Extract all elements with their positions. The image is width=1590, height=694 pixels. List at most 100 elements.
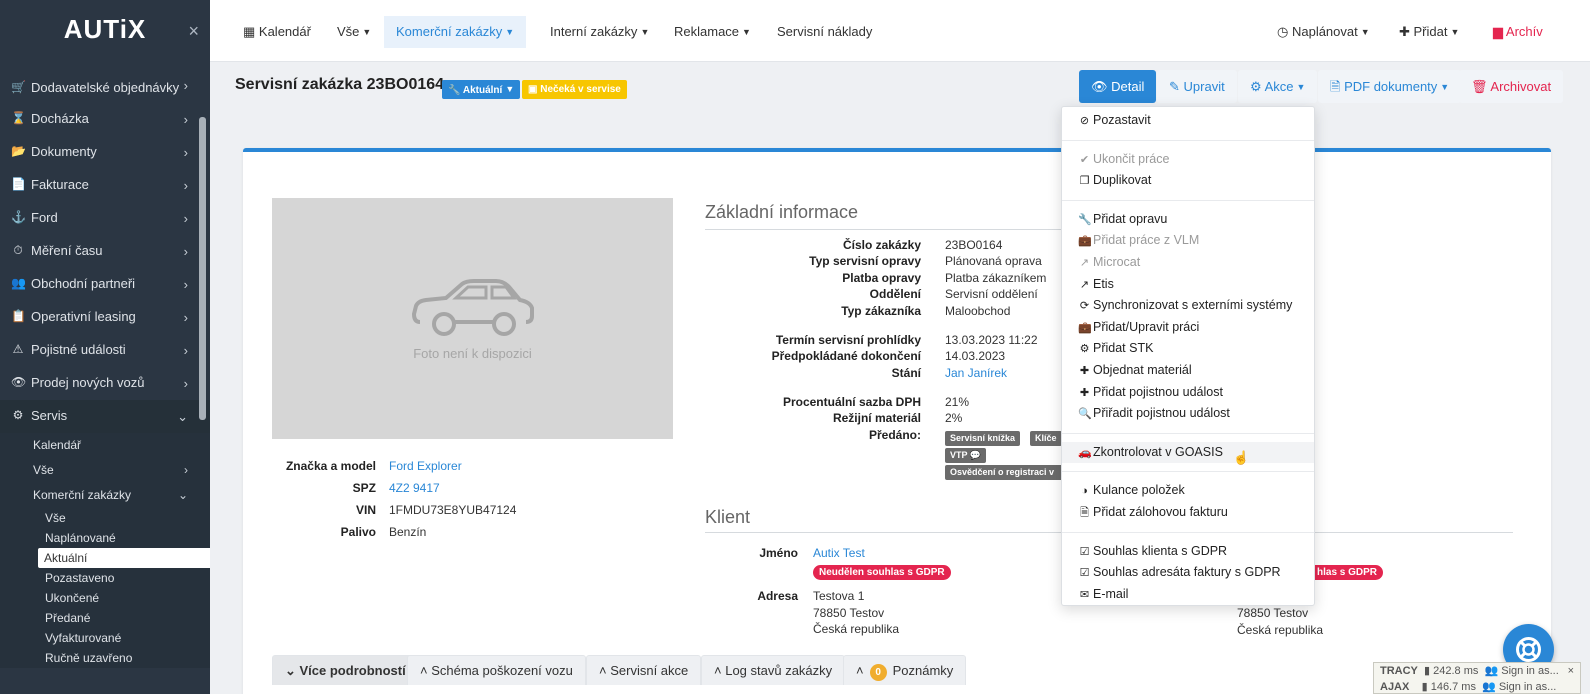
- file-pdf-icon: 🗎: [1330, 79, 1345, 94]
- menu-item[interactable]: ❐ Duplikovat: [1062, 170, 1314, 191]
- sidebar-item[interactable]: ⏱ Měření času ›: [0, 235, 210, 268]
- menu-item-icon: ✉: [1079, 588, 1090, 601]
- sidebar-item[interactable]: ⚠ Pojistné události ›: [0, 334, 210, 367]
- menu-item-icon: 💼: [1078, 235, 1092, 248]
- menu-item[interactable]: ☑ Souhlas klienta s GDPR: [1062, 541, 1314, 562]
- edit-button[interactable]: ✎ Upravit: [1157, 70, 1237, 103]
- app-logo[interactable]: AUTiX ×: [0, 0, 210, 58]
- basic-info-title: Základní informace: [705, 202, 859, 222]
- calendar-icon: ▦: [243, 24, 259, 39]
- nav-plan[interactable]: ◷ Naplánovat ▼: [1265, 16, 1382, 48]
- menu-item[interactable]: ↗ Etis: [1062, 274, 1314, 295]
- logo-text: AUTiX: [63, 13, 147, 44]
- sidebar-item[interactable]: 🛒 Dodavatelské objednávky ›: [0, 69, 210, 103]
- sidebar-item[interactable]: ⚙ Servis ⌄: [0, 400, 210, 433]
- gear-icon: ⚙: [1250, 79, 1265, 94]
- photo-caption: Foto není k dispozici: [413, 346, 532, 361]
- client-name-link[interactable]: Autix Test: [813, 545, 865, 562]
- servis-submenu-item[interactable]: Vše ›: [0, 458, 210, 483]
- sidebar-item[interactable]: ⚓ Ford ›: [0, 202, 210, 235]
- handed-tag: Klíče: [1030, 431, 1062, 446]
- sidebar-item[interactable]: 📋 Operativní leasing ›: [0, 301, 210, 334]
- menu-item[interactable]: ⊘ Pozastavit: [1062, 110, 1314, 131]
- tracy-row[interactable]: TRACY ▮ 242.8 ms 👥 Sign in as...: [1380, 663, 1559, 679]
- menu-item[interactable]: ◑ Kulance položek: [1062, 480, 1314, 501]
- commercial-submenu-item[interactable]: Ukončené: [0, 588, 210, 608]
- nav-commercial-orders[interactable]: Komerční zakázky ▼: [384, 16, 527, 48]
- handed-tag: Servisní knížka: [945, 431, 1021, 446]
- sidebar-item-icon: 📄: [11, 177, 26, 191]
- chevron-right-icon: ›: [184, 463, 188, 477]
- commercial-submenu-item[interactable]: Předané: [0, 608, 210, 628]
- menu-item-label: Zkontrolovat v GOASIS: [1093, 444, 1223, 459]
- tab-more-details[interactable]: ⌄ Více podrobností: [272, 655, 419, 685]
- menu-item[interactable]: 🔧Přidat opravu: [1062, 209, 1314, 230]
- tab-notes[interactable]: ˄ 0 Poznámky: [843, 655, 967, 685]
- tab-service-actions[interactable]: ˄ Servisní akce: [586, 655, 702, 685]
- commercial-submenu-item[interactable]: Vše: [0, 508, 210, 528]
- close-sidebar-icon[interactable]: ×: [188, 21, 200, 42]
- commercial-submenu-item[interactable]: Pozastaveno: [0, 568, 210, 588]
- servis-submenu-item[interactable]: Kalendář: [0, 433, 210, 458]
- notes-count-badge: 0: [869, 664, 887, 681]
- menu-item[interactable]: ⚙ Přidat STK: [1062, 338, 1314, 359]
- caret-down-icon: ▼: [742, 27, 751, 37]
- menu-item[interactable]: ☑ Souhlas adresáta faktury s GDPR: [1062, 562, 1314, 583]
- vehicle-value-link[interactable]: 4Z2 9417: [389, 477, 440, 499]
- ajax-row[interactable]: AJAX ▮ 146.7 ms 👥 Sign in as...: [1380, 679, 1556, 694]
- commercial-submenu-item[interactable]: Aktuální: [38, 548, 210, 568]
- sidebar-item[interactable]: 📄 Fakturace ›: [0, 169, 210, 202]
- detail-button[interactable]: 👁 Detail: [1079, 70, 1157, 103]
- nav-all[interactable]: Vše ▼: [325, 16, 383, 48]
- status-badge[interactable]: 🔧 Aktuální ▼: [442, 80, 521, 99]
- vehicle-row: VIN: [272, 499, 376, 521]
- info-row: Procentuální sazba DPH: [705, 394, 921, 411]
- sidebar-item[interactable]: 📂 Dokumenty ›: [0, 136, 210, 169]
- nav-service-costs[interactable]: Servisní náklady: [765, 16, 884, 48]
- nav-calendar[interactable]: ▦ Kalendář: [231, 16, 323, 48]
- menu-item[interactable]: 🗎 Přidat zálohovou fakturu: [1062, 502, 1314, 523]
- menu-divider: [1062, 531, 1314, 533]
- archive-button[interactable]: 🗑 Archivovat: [1459, 70, 1564, 103]
- chevron-right-icon: ›: [183, 178, 188, 193]
- menu-item-icon: ☑: [1079, 567, 1090, 580]
- menu-divider: [1062, 199, 1314, 201]
- sidebar-item[interactable]: 👥 Obchodní partneři ›: [0, 268, 210, 301]
- info-value-link[interactable]: Jan Janírek: [945, 365, 1007, 382]
- sidebar-item[interactable]: 👁 Prodej nových vozů ›: [0, 367, 210, 400]
- menu-item[interactable]: 🔍Přiřadit pojistnou událost: [1062, 403, 1314, 424]
- commercial-submenu-item[interactable]: Ručně uzavřeno: [0, 648, 210, 668]
- commercial-submenu-item[interactable]: Naplánované: [0, 528, 210, 548]
- nav-internal-orders[interactable]: Interní zakázky ▼: [538, 16, 661, 48]
- tab-damage-scheme[interactable]: ˄ Schéma poškození vozu: [407, 655, 586, 685]
- nav-archive[interactable]: ▆ Archív: [1481, 16, 1555, 48]
- close-icon[interactable]: ×: [1568, 663, 1574, 679]
- commercial-submenu-item[interactable]: Vyfakturované: [0, 628, 210, 648]
- chevron-up-icon: ˄: [420, 663, 432, 678]
- menu-item[interactable]: ✚ Přidat pojistnou událost: [1062, 382, 1314, 403]
- pdf-documents-button[interactable]: 🗎 PDF dokumenty ▼: [1318, 70, 1462, 103]
- menu-item[interactable]: ✉ E-mail: [1062, 584, 1314, 605]
- sidebar-scrollbar[interactable]: [199, 117, 206, 420]
- menu-item[interactable]: 🚗Zkontrolovat v GOASIS ☝: [1062, 441, 1314, 465]
- menu-item[interactable]: ⟳ Synchronizovat s externími systémy: [1062, 295, 1314, 316]
- client-name-label: Jméno: [759, 546, 798, 560]
- sidebar-nav: 🛒 Dodavatelské objednávky › ⌛ Docházka › 📂 Doku…: [0, 69, 210, 668]
- menu-item[interactable]: ✚ Objednat materiál: [1062, 360, 1314, 381]
- sidebar-item[interactable]: ⌛ Docházka ›: [0, 103, 210, 136]
- menu-item: 💼Přidat práce z VLM: [1062, 230, 1314, 251]
- tab-status-log[interactable]: ˄ Log stavů zakázky: [701, 655, 846, 685]
- nav-complaints[interactable]: Reklamace ▼: [662, 16, 763, 48]
- menu-item-icon: ⟳: [1079, 300, 1090, 313]
- vehicle-value-link[interactable]: Ford Explorer: [389, 455, 462, 477]
- menu-item[interactable]: 💼Přidat/Upravit práci: [1062, 317, 1314, 338]
- info-value: Plánovaná oprava: [945, 254, 1042, 268]
- info-row: Režijní materiál: [705, 410, 921, 427]
- chevron-up-icon: ˄: [714, 663, 726, 678]
- servis-submenu-item[interactable]: Komerční zakázky ⌄: [0, 483, 210, 508]
- nav-add[interactable]: ✚ Přidat ▼: [1387, 16, 1471, 48]
- sidebar-item-label: Docházka: [31, 111, 89, 126]
- menu-item-label: Přidat STK: [1093, 341, 1154, 356]
- actions-button[interactable]: ⚙ Akce ▼: [1238, 70, 1318, 103]
- info-row: Platba opravy: [705, 270, 921, 287]
